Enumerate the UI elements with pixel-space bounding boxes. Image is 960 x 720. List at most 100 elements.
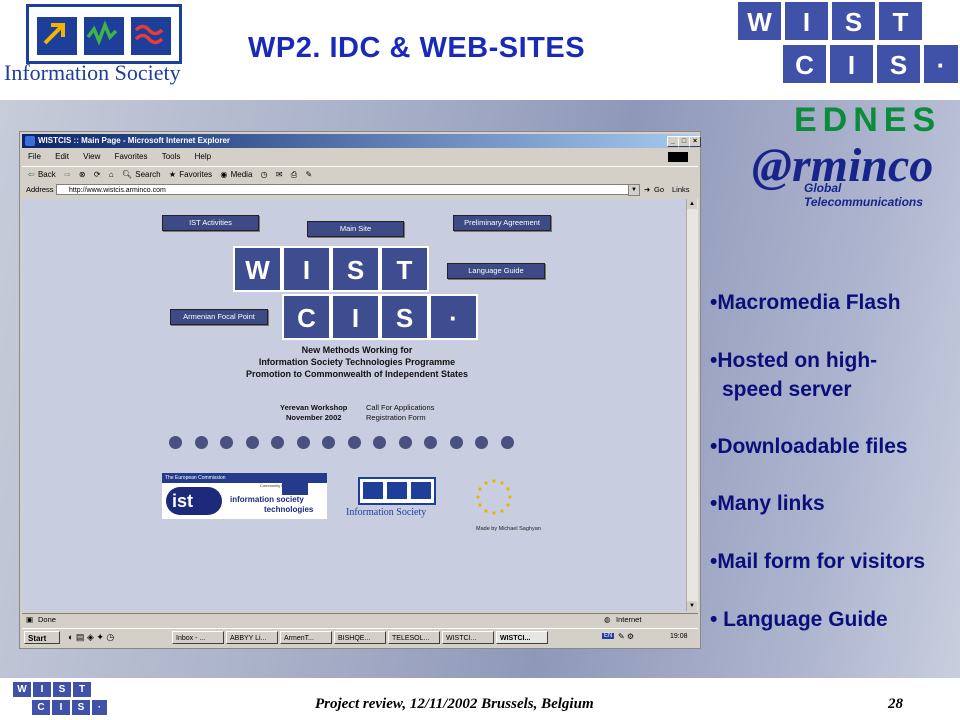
taskbar-item[interactable]: ArmenT... [280, 631, 332, 644]
bullet-hosted: •Hosted on high- [710, 349, 878, 372]
nav-dot[interactable] [398, 436, 412, 449]
nav-dot[interactable] [373, 436, 386, 449]
taskbar-item[interactable]: ABBYY Li... [226, 631, 278, 644]
wistcis-tile: S [875, 43, 922, 85]
call-for-applications-link[interactable]: Call For Applications [366, 403, 434, 412]
language-indicator[interactable]: EN [602, 633, 615, 639]
search-icon[interactable]: 🔍︎ [122, 170, 132, 179]
site-wistcis-tile: · [429, 294, 478, 340]
mail-icon[interactable]: ✉ [276, 170, 283, 179]
start-button[interactable]: Start [24, 631, 60, 644]
armenian-focal-point-button[interactable]: Armenian Focal Point [170, 309, 268, 325]
bullet-hosted-cont: speed server [722, 378, 852, 401]
stop-icon[interactable]: ⊗ [79, 170, 86, 179]
address-dropdown-icon[interactable]: ▼ [628, 184, 640, 196]
media-button[interactable]: Media [231, 170, 253, 179]
site-wistcis-tile: W [233, 246, 282, 292]
address-bar: Address http://www.wistcis.arminco.com ▼… [22, 183, 698, 197]
go-arrow-icon[interactable]: ➜ [644, 183, 650, 197]
nav-dot[interactable] [500, 436, 514, 449]
registration-form-link[interactable]: Registration Form [366, 413, 426, 422]
windows-taskbar: Start ◐ ▤ ◈ ✦ ◷ Inbox - ... ABBYY Li... … [22, 628, 698, 647]
nav-dot[interactable] [194, 436, 208, 449]
nav-dot[interactable] [296, 436, 310, 449]
nav-dot[interactable] [449, 436, 463, 449]
taskbar-item[interactable]: Inbox - ... [172, 631, 224, 644]
bullet-downloadable: •Downloadable files [710, 435, 908, 458]
tray-icons[interactable]: ✎ ⚙ [618, 632, 634, 641]
footer-wistcis-tile: S [52, 681, 72, 698]
menu-help[interactable]: Help [195, 152, 211, 161]
ist-badge: ist [166, 487, 222, 515]
edit-icon[interactable]: ✎ [305, 170, 312, 179]
wave-tile-icon [129, 15, 173, 57]
site-tagline-line: Information Society Technologies Program… [258, 357, 456, 367]
menu-favorites[interactable]: Favorites [115, 152, 148, 161]
clock: 19:08 [670, 633, 688, 640]
nav-dot[interactable] [347, 436, 361, 449]
search-button[interactable]: Search [135, 170, 160, 179]
favorites-icon[interactable]: ★ [169, 170, 176, 179]
nav-dot[interactable] [271, 436, 284, 449]
home-icon[interactable]: ⌂ [109, 170, 114, 179]
workshop-date: November 2002 [286, 413, 342, 422]
links-button[interactable]: Links [672, 183, 690, 197]
menu-view[interactable]: View [83, 152, 100, 161]
nav-dot[interactable] [245, 436, 259, 449]
favorites-button[interactable]: Favorites [179, 170, 212, 179]
slide-title: WP2. IDC & WEB-SITES [248, 32, 586, 64]
nav-dot[interactable] [322, 436, 335, 449]
taskbar-item-active[interactable]: WISTCI... [496, 631, 548, 644]
browser-toolbar: ⇦ Back ⇨ ⊗ ⟳ ⌂ 🔍︎ Search ★ Favorites ◉ M… [22, 166, 698, 183]
site-wistcis-tile: C [282, 294, 331, 340]
scroll-down-icon[interactable]: ▼ [687, 601, 697, 611]
arrow-tile-icon [363, 482, 383, 499]
internet-zone-icon: ◍ [604, 615, 611, 624]
menu-tools[interactable]: Tools [162, 152, 181, 161]
go-button[interactable]: Go [654, 183, 664, 197]
wistcis-tile: C [781, 43, 828, 85]
browser-title: WISTCIS :: Main Page - Microsoft Interne… [38, 136, 231, 145]
menu-bar: File Edit View Favorites Tools Help [22, 150, 698, 164]
back-arrow-icon[interactable]: ⇦ [28, 170, 35, 179]
preliminary-agreement-button[interactable]: Preliminary Agreement [453, 215, 551, 231]
vertical-scrollbar[interactable]: ▲ ▼ [686, 199, 698, 611]
main-site-button[interactable]: Main Site [307, 221, 404, 237]
menu-file[interactable]: File [28, 152, 41, 161]
nav-dot[interactable] [475, 436, 488, 449]
ist-text-line: technologies [264, 505, 314, 514]
bullet-language-guide: • Language Guide [710, 608, 888, 631]
quick-launch-icons[interactable]: ◐ ▤ ◈ ✦ ◷ [68, 632, 114, 643]
language-guide-button[interactable]: Language Guide [447, 263, 545, 279]
pulse-tile-icon [387, 482, 407, 499]
arminco-tagline: Global Telecommunications [804, 181, 923, 209]
ist-activities-button[interactable]: IST Activities [162, 215, 259, 231]
nav-dot[interactable] [169, 436, 182, 449]
page-number: 28 [888, 696, 903, 712]
print-icon[interactable]: ⎙ [291, 170, 297, 179]
logo-caption: Information Society [4, 60, 181, 85]
taskbar-item[interactable]: BISHQE... [334, 631, 386, 644]
ist-text-line: information society [230, 495, 304, 504]
menu-edit[interactable]: Edit [55, 152, 69, 161]
footer-wistcis-tile: C [31, 699, 51, 716]
eu-flag-icon [282, 477, 308, 495]
back-button[interactable]: Back [38, 170, 56, 179]
nav-dot[interactable] [220, 436, 233, 449]
address-input[interactable]: http://www.wistcis.arminco.com [56, 184, 636, 195]
media-icon[interactable]: ◉ [220, 170, 227, 179]
address-label: Address [26, 185, 54, 194]
footer-wistcis-tile: · [91, 699, 108, 716]
history-icon[interactable]: ◷ [261, 170, 268, 179]
footer-wistcis-tile: W [12, 681, 32, 698]
nav-dot[interactable] [424, 436, 437, 449]
close-button[interactable]: × [689, 136, 701, 147]
footer-wistcis-tile: I [32, 681, 52, 698]
taskbar-item[interactable]: TELESOL... [388, 631, 440, 644]
taskbar-item[interactable]: WISTCI... [442, 631, 494, 644]
workshop-title[interactable]: Yerevan Workshop [280, 403, 347, 412]
forward-arrow-icon[interactable]: ⇨ [64, 170, 71, 179]
page-done-icon: ▣ [26, 615, 34, 624]
refresh-icon[interactable]: ⟳ [94, 170, 101, 179]
scroll-up-icon[interactable]: ▲ [687, 199, 697, 209]
